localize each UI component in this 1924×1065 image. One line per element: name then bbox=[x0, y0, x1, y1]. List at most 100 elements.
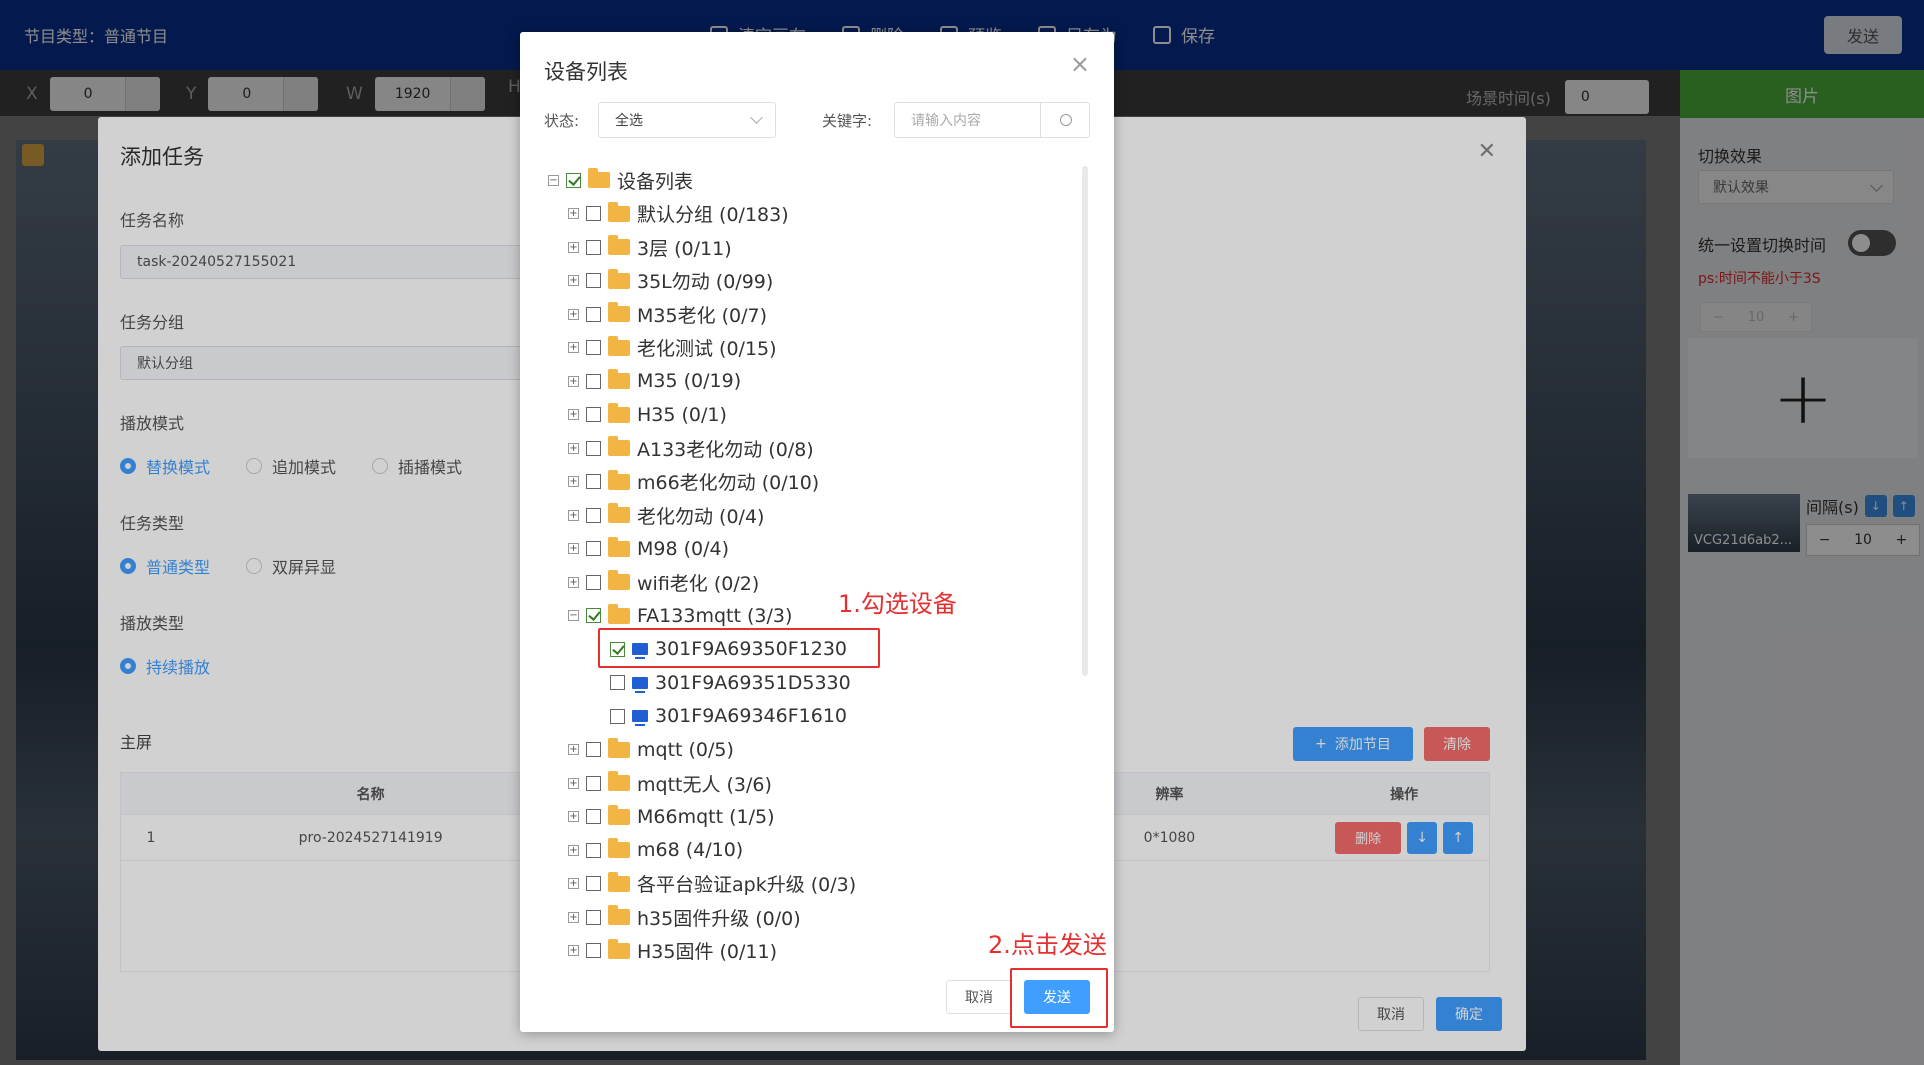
tree-node-label: m66老化勿动 (0/10) bbox=[637, 472, 820, 494]
tree-root[interactable]: − 设备列表 bbox=[548, 166, 693, 194]
tree-group[interactable]: + 各平台验证apk升级 (0/3) bbox=[568, 870, 856, 898]
expand-icon[interactable]: + bbox=[568, 878, 579, 889]
expand-icon[interactable]: + bbox=[568, 509, 579, 521]
annotation-select-device: 1.勾选设备 bbox=[838, 590, 957, 618]
tree-node-label: m68 (4/10) bbox=[637, 839, 744, 861]
tree-group[interactable]: + M98 (0/4) bbox=[568, 535, 729, 563]
monitor-icon bbox=[632, 676, 648, 693]
tree-group[interactable]: + 老化测试 (0/15) bbox=[568, 334, 777, 362]
tree-node-label: 老化勿动 (0/4) bbox=[637, 505, 765, 528]
expand-icon[interactable]: + bbox=[568, 844, 579, 856]
expand-icon[interactable]: + bbox=[568, 744, 579, 755]
checkbox[interactable] bbox=[586, 742, 601, 757]
checkbox[interactable] bbox=[586, 407, 601, 422]
dialog-title: 设备列表 bbox=[544, 60, 628, 84]
expand-icon[interactable]: + bbox=[568, 375, 579, 387]
checkbox[interactable] bbox=[586, 273, 601, 288]
folder-icon bbox=[608, 771, 630, 791]
checkbox[interactable] bbox=[586, 909, 601, 925]
checkbox[interactable] bbox=[586, 541, 601, 556]
expand-icon[interactable]: + bbox=[568, 476, 579, 487]
tree-group[interactable]: + H35 (0/1) bbox=[568, 401, 727, 429]
checkbox[interactable] bbox=[586, 809, 601, 824]
tree-group[interactable]: + M35 (0/19) bbox=[568, 367, 741, 395]
checkbox[interactable] bbox=[586, 574, 601, 590]
expand-icon[interactable]: + bbox=[568, 275, 579, 286]
folder-icon bbox=[608, 503, 630, 523]
checkbox[interactable] bbox=[586, 507, 601, 523]
scrollbar[interactable] bbox=[1082, 166, 1088, 676]
tree-device[interactable]: 301F9A69346F1610 bbox=[610, 702, 847, 730]
tree-group[interactable]: + wifi老化 (0/2) bbox=[568, 568, 759, 596]
checkbox[interactable] bbox=[586, 440, 601, 456]
tree-group[interactable]: + m66老化勿动 (0/10) bbox=[568, 468, 819, 496]
tree-node-label: mqtt (0/5) bbox=[637, 738, 734, 761]
tree-node-label: M98 (0/4) bbox=[637, 537, 730, 560]
expand-icon[interactable]: + bbox=[568, 442, 579, 454]
tree-device[interactable]: 301F9A69351D5330 bbox=[610, 669, 851, 697]
tree-node-label: 设备列表 bbox=[617, 170, 694, 193]
tree-node-label: FA133mqtt (3/3) bbox=[637, 604, 793, 627]
tree-node-label: 各平台验证apk升级 (0/3) bbox=[637, 874, 857, 896]
tree-group[interactable]: + M35老化 (0/7) bbox=[568, 300, 767, 328]
keyword-label: 关键字: bbox=[822, 112, 873, 130]
expand-icon[interactable]: + bbox=[568, 241, 579, 253]
collapse-icon[interactable]: − bbox=[548, 174, 559, 186]
tree-group[interactable]: + 默认分组 (0/183) bbox=[568, 200, 789, 228]
tree-node-label: 301F9A69346F1610 bbox=[655, 705, 848, 727]
checkbox[interactable] bbox=[586, 775, 601, 791]
expand-icon[interactable]: + bbox=[568, 911, 579, 923]
status-select[interactable]: 全选 bbox=[598, 102, 776, 138]
search-button[interactable] bbox=[1040, 102, 1090, 138]
checkbox[interactable] bbox=[586, 206, 601, 221]
checkbox[interactable] bbox=[586, 373, 601, 389]
checkbox[interactable] bbox=[586, 474, 601, 489]
folder-icon bbox=[588, 168, 610, 188]
collapse-icon[interactable]: − bbox=[568, 610, 579, 621]
checkbox[interactable] bbox=[566, 172, 581, 188]
checkbox[interactable] bbox=[586, 239, 601, 255]
tree-group[interactable]: − FA133mqtt (3/3) bbox=[568, 602, 792, 630]
expand-icon[interactable]: + bbox=[568, 342, 579, 353]
folder-icon bbox=[608, 804, 630, 825]
tree-group[interactable]: + h35固件升级 (0/0) bbox=[568, 903, 801, 931]
annotation-highlight-send bbox=[1010, 968, 1108, 1028]
expand-icon[interactable]: + bbox=[568, 208, 579, 219]
tree-group[interactable]: + M66mqtt (1/5) bbox=[568, 803, 774, 831]
checkbox[interactable] bbox=[586, 306, 601, 322]
tree-node-label: 默认分组 (0/183) bbox=[637, 204, 789, 226]
device-cancel-button[interactable]: 取消 bbox=[946, 980, 1012, 1014]
close-icon[interactable]: × bbox=[1070, 50, 1090, 78]
tree-group[interactable]: + mqtt无人 (3/6) bbox=[568, 769, 772, 797]
folder-icon bbox=[608, 603, 630, 624]
expand-icon[interactable]: + bbox=[568, 409, 579, 420]
tree-group[interactable]: + H35固件 (0/11) bbox=[568, 937, 777, 965]
folder-icon bbox=[608, 536, 630, 557]
monitor-icon bbox=[632, 710, 648, 726]
tree-group[interactable]: +35L勿动 (0/99) bbox=[568, 267, 773, 295]
tree-group[interactable]: + 老化勿动 (0/4) bbox=[568, 501, 764, 529]
checkbox[interactable] bbox=[610, 675, 625, 690]
expand-icon[interactable]: + bbox=[568, 576, 579, 588]
tree-node-label: 35L勿动 (0/99) bbox=[637, 271, 774, 293]
tree-group[interactable]: + mqtt (0/5) bbox=[568, 736, 734, 764]
expand-icon[interactable]: + bbox=[568, 945, 579, 956]
folder-icon bbox=[608, 436, 630, 456]
folder-icon bbox=[608, 201, 630, 222]
checkbox[interactable] bbox=[586, 340, 601, 355]
tree-node-label: h35固件升级 (0/0) bbox=[637, 907, 801, 930]
checkbox[interactable] bbox=[586, 943, 601, 958]
checkbox[interactable] bbox=[610, 708, 625, 724]
expand-icon[interactable]: + bbox=[568, 308, 579, 320]
checkbox[interactable] bbox=[586, 608, 601, 623]
expand-icon[interactable]: + bbox=[568, 543, 579, 554]
tree-group[interactable]: +3层 (0/11) bbox=[568, 233, 732, 261]
checkbox[interactable] bbox=[586, 876, 601, 891]
expand-icon[interactable]: + bbox=[568, 777, 579, 789]
tree-group[interactable]: + A133老化勿动 (0/8) bbox=[568, 434, 814, 462]
tree-node-label: 老化测试 (0/15) bbox=[637, 338, 777, 360]
tree-node-label: M66mqtt (1/5) bbox=[637, 805, 775, 828]
checkbox[interactable] bbox=[586, 842, 601, 858]
expand-icon[interactable]: + bbox=[568, 811, 579, 822]
tree-group[interactable]: + m68 (4/10) bbox=[568, 836, 743, 864]
